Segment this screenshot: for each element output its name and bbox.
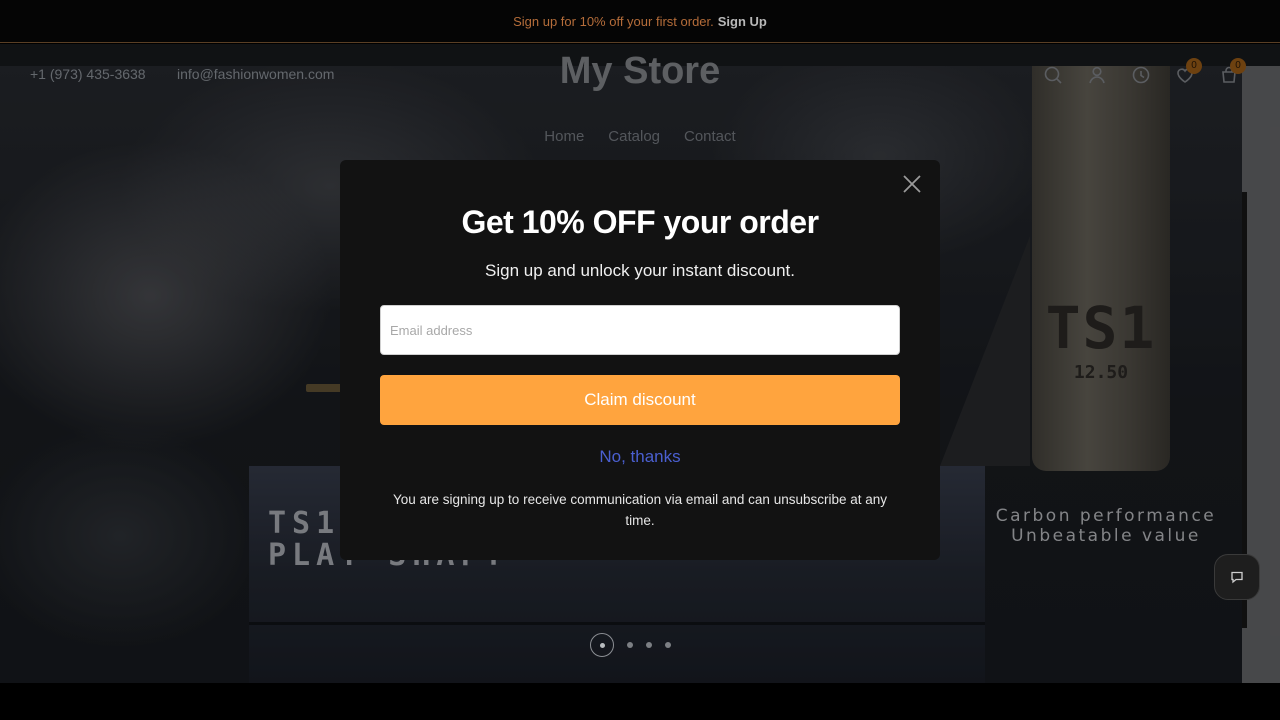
chat-icon <box>1231 571 1243 584</box>
email-field[interactable] <box>380 305 900 355</box>
close-icon[interactable] <box>900 172 924 196</box>
slide-dot-2[interactable] <box>627 642 633 648</box>
discount-popup: Get 10% OFF your order Sign up and unloc… <box>340 160 940 560</box>
slide-dot-3[interactable] <box>646 642 652 648</box>
no-thanks-link[interactable]: No, thanks <box>340 447 940 467</box>
slideshow-pagination <box>590 633 671 657</box>
slide-dot-4[interactable] <box>665 642 671 648</box>
announcement-signup-link[interactable]: Sign Up <box>718 14 767 29</box>
slide-dot-1[interactable] <box>590 633 614 657</box>
claim-discount-button[interactable]: Claim discount <box>380 375 900 425</box>
bottom-band <box>0 683 1280 720</box>
chat-button[interactable] <box>1214 554 1260 600</box>
announcement-text: Sign up for 10% off your first order. <box>513 13 714 29</box>
popup-subtitle: Sign up and unlock your instant discount… <box>485 261 795 280</box>
popup-title: Get 10% OFF your order <box>461 204 819 240</box>
popup-legal-text: You are signing up to receive communicat… <box>392 492 888 528</box>
announcement-bar: Sign up for 10% off your first order. Si… <box>0 0 1280 43</box>
